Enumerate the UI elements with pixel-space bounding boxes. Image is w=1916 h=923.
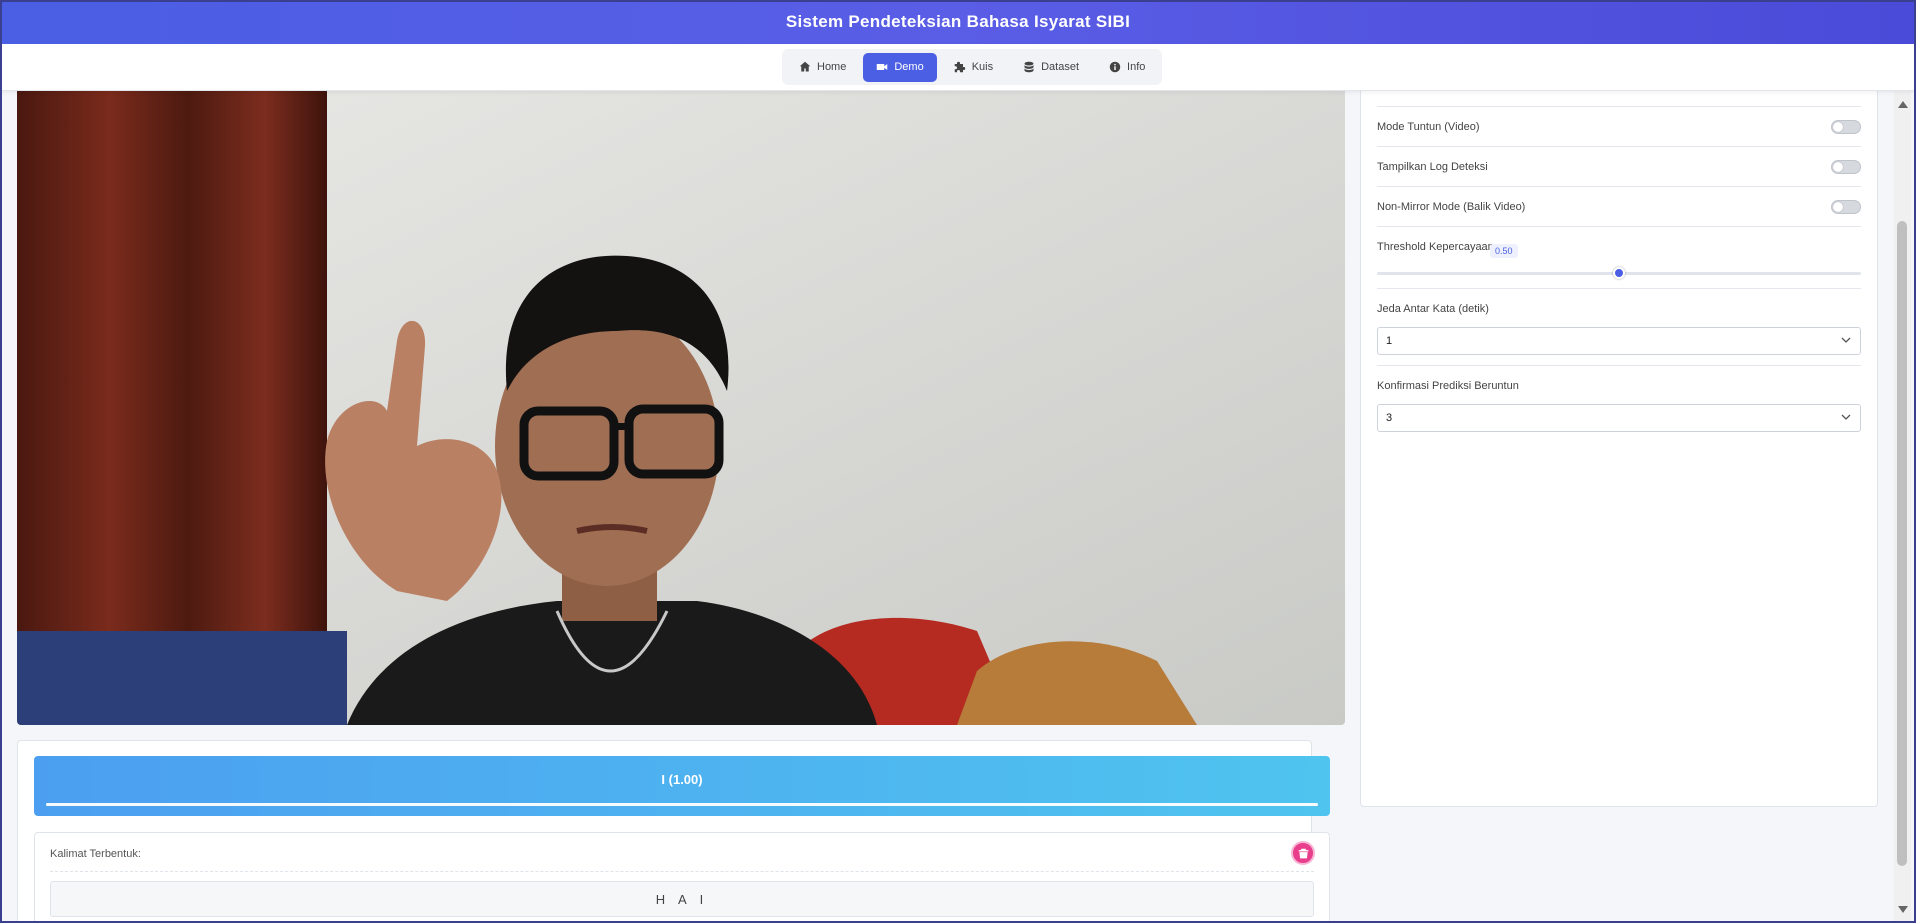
nav-dataset[interactable]: Dataset	[1010, 53, 1092, 82]
settings-panel: Mode Tuntun (Video) Tampilkan Log Deteks…	[1360, 60, 1878, 807]
threshold-setting: Threshold Kepercayaan: 0.50	[1377, 227, 1861, 289]
scroll-up-icon[interactable]	[1898, 101, 1908, 108]
nav-home[interactable]: Home	[786, 53, 859, 82]
scrollbar-thumb[interactable]	[1897, 221, 1907, 866]
word-delay-label: Jeda Antar Kata (detik)	[1377, 303, 1489, 315]
home-icon	[799, 61, 811, 72]
prediction-confidence-bar	[46, 803, 1318, 806]
chevron-down-icon	[1841, 414, 1851, 420]
threshold-slider-thumb[interactable]	[1613, 267, 1625, 279]
setting-label: Tampilkan Log Deteksi	[1377, 160, 1488, 173]
chevron-down-icon	[1841, 337, 1851, 343]
video-camera-icon	[877, 64, 888, 70]
word-delay-select[interactable]: 1	[1377, 327, 1861, 355]
clear-sentence-button[interactable]	[1291, 841, 1315, 865]
threshold-value: 0.50	[1490, 244, 1518, 258]
prediction-bar: I (1.00)	[34, 756, 1330, 816]
confirmation-select[interactable]: 3	[1377, 404, 1861, 432]
confirmation-label: Konfirmasi Prediksi Beruntun	[1377, 380, 1519, 392]
webcam-video	[17, 91, 1345, 725]
info-icon	[1109, 61, 1121, 73]
setting-mode-tuntun: Mode Tuntun (Video)	[1377, 107, 1861, 147]
nav-tabs: Home Demo Kuis Dataset Info	[782, 49, 1163, 85]
sentence-label: Kalimat Terbentuk:	[50, 848, 141, 860]
log-deteksi-toggle[interactable]	[1831, 159, 1861, 174]
app-header: Sistem Pendeteksian Bahasa Isyarat SIBI	[0, 0, 1916, 44]
database-icon	[1024, 61, 1034, 73]
nav-bar: Home Demo Kuis Dataset Info	[0, 44, 1916, 91]
app-title: Sistem Pendeteksian Bahasa Isyarat SIBI	[785, 12, 1131, 31]
divider	[50, 871, 1314, 872]
prediction-text: I (1.00)	[661, 772, 703, 787]
sentence-panel: Kalimat Terbentuk: H A I	[34, 832, 1330, 923]
scroll-down-icon[interactable]	[1898, 906, 1908, 913]
webcam-frame-image	[17, 91, 1345, 725]
threshold-slider[interactable]	[1377, 267, 1861, 279]
result-card: I (1.00) Kalimat Terbentuk: H A I	[17, 740, 1330, 923]
setting-label: Non-Mirror Mode (Balik Video)	[1377, 200, 1526, 213]
sentence-output: H A I	[50, 881, 1314, 917]
nav-kuis[interactable]: Kuis	[941, 53, 1006, 82]
puzzle-icon	[954, 61, 965, 73]
nav-info[interactable]: Info	[1096, 53, 1158, 82]
setting-label: Mode Tuntun (Video)	[1377, 120, 1480, 133]
nav-demo[interactable]: Demo	[863, 52, 937, 82]
trash-icon	[1298, 848, 1308, 858]
page-scrollbar[interactable]	[1894, 91, 1911, 923]
threshold-label: Threshold Kepercayaan:	[1377, 241, 1497, 253]
non-mirror-toggle[interactable]	[1831, 199, 1861, 214]
setting-non-mirror: Non-Mirror Mode (Balik Video)	[1377, 187, 1861, 227]
word-delay-setting: Jeda Antar Kata (detik) 1	[1377, 289, 1861, 366]
mode-tuntun-toggle[interactable]	[1831, 119, 1861, 134]
prediction-confidence-fill	[46, 803, 1318, 806]
setting-log-deteksi: Tampilkan Log Deteksi	[1377, 147, 1861, 187]
confirmation-setting: Konfirmasi Prediksi Beruntun 3	[1377, 366, 1861, 443]
